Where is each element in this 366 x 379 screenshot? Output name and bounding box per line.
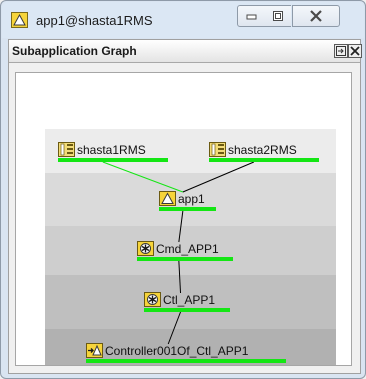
graph-node-Controller001Of_Ctl_APP1[interactable]: Controller001Of_Ctl_APP1 xyxy=(86,343,248,358)
minimize-button[interactable] xyxy=(237,5,266,27)
graph-node-label: Ctl_APP1 xyxy=(163,292,216,307)
star-resource-icon xyxy=(137,241,154,256)
minimize-icon xyxy=(246,14,257,20)
graph-node-label: app1 xyxy=(178,191,205,206)
panel-title: Subapplication Graph xyxy=(12,44,137,58)
restore-icon xyxy=(336,46,346,56)
graph-node-app1[interactable]: app1 xyxy=(159,191,205,206)
close-window-button[interactable] xyxy=(292,5,340,27)
graph-node-label: shasta1RMS xyxy=(77,142,146,157)
graph-edge xyxy=(102,161,184,193)
application-triangle-icon xyxy=(159,191,176,206)
maximize-icon xyxy=(273,11,283,21)
panel-restore-button[interactable] xyxy=(334,44,348,58)
graph-node-shasta1RMS[interactable]: shasta1RMS xyxy=(58,142,146,157)
subapplication-graph-canvas[interactable]: shasta1RMS shasta2RMS app1 Cmd_APP1 Ctl_… xyxy=(15,72,352,366)
star-resource-icon xyxy=(144,292,161,307)
graph-edge xyxy=(167,311,181,345)
application-triangle-icon xyxy=(11,12,28,28)
panel-header: Subapplication Graph xyxy=(9,40,362,63)
graph-node-label: shasta2RMS xyxy=(228,142,297,157)
graph-edges xyxy=(102,161,255,345)
close-icon xyxy=(350,46,360,56)
graph-node-label: Controller001Of_Ctl_APP1 xyxy=(105,343,249,358)
node-status-bar xyxy=(58,158,168,162)
graph-node-shasta2RMS[interactable]: shasta2RMS xyxy=(209,142,297,157)
node-status-bar xyxy=(159,207,216,211)
graph-node-Cmd_APP1[interactable]: Cmd_APP1 xyxy=(137,241,219,256)
close-icon xyxy=(310,10,322,22)
graph-node-label: Cmd_APP1 xyxy=(156,241,219,256)
app-window: app1@shasta1RMS Subapplication Graph sha… xyxy=(0,0,366,379)
graph-node-Ctl_APP1[interactable]: Ctl_APP1 xyxy=(144,292,215,307)
node-status-bar xyxy=(137,257,233,261)
graph-edge xyxy=(182,161,255,193)
node-status-bar xyxy=(209,158,319,162)
window-title: app1@shasta1RMS xyxy=(36,13,153,28)
graph-edge xyxy=(178,210,184,243)
system-node-icon xyxy=(58,142,75,157)
panel-close-button[interactable] xyxy=(348,44,362,58)
system-node-icon xyxy=(209,142,226,157)
graph-edge xyxy=(178,260,182,294)
window-client-area: Subapplication Graph shasta1RMS shasta2R… xyxy=(8,39,362,374)
node-status-bar xyxy=(86,359,286,363)
controller-arrow-icon xyxy=(86,343,103,358)
title-bar[interactable]: app1@shasta1RMS xyxy=(2,2,364,38)
node-status-bar xyxy=(144,308,230,312)
maximize-button[interactable] xyxy=(265,5,291,27)
